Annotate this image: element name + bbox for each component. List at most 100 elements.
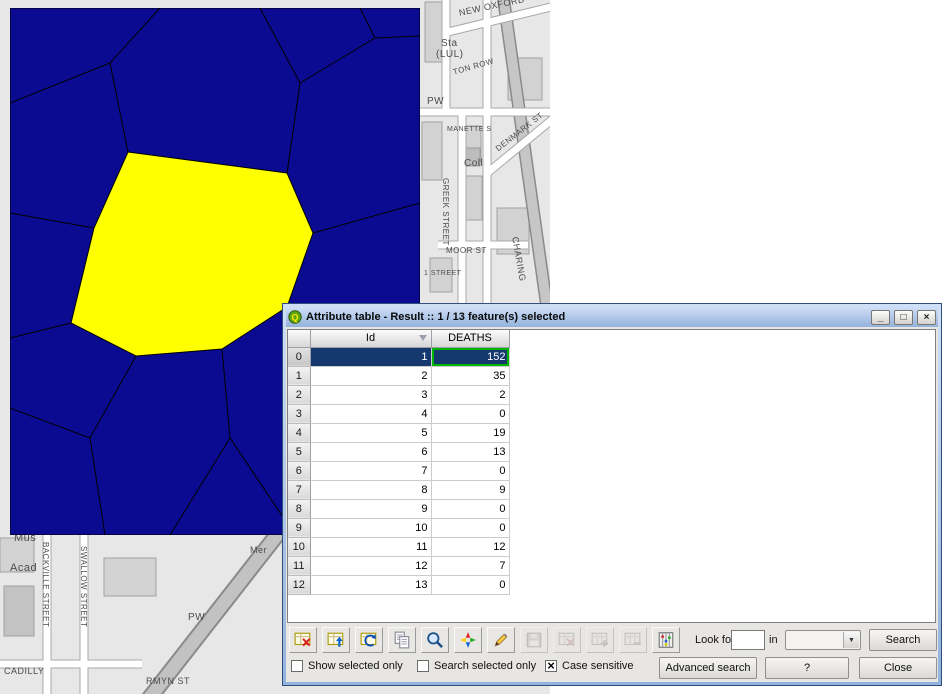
cell-deaths[interactable]: 152	[431, 347, 509, 366]
checkbox-icon	[545, 660, 557, 672]
row-number-header[interactable]: 9	[288, 518, 310, 537]
cell-id[interactable]: 2	[310, 366, 431, 385]
cell-deaths[interactable]: 0	[431, 404, 509, 423]
corner-header[interactable]	[288, 330, 310, 347]
checkbox-icon	[417, 660, 429, 672]
table-row[interactable]: 01152	[288, 347, 509, 366]
dialog-client-area: Id DEATHS 011521235232340451956136707898…	[286, 327, 938, 682]
column-header-deaths-label: DEATHS	[448, 332, 492, 344]
toggle-editing-icon[interactable]	[487, 627, 515, 653]
cell-id[interactable]: 9	[310, 499, 431, 518]
unselect-rows-icon[interactable]	[289, 627, 317, 653]
cell-id[interactable]: 11	[310, 537, 431, 556]
row-number-header[interactable]: 6	[288, 461, 310, 480]
column-header-id-label: Id	[366, 332, 375, 344]
advanced-search-button[interactable]: Advanced search	[659, 657, 757, 679]
table-row[interactable]: 1235	[288, 366, 509, 385]
cell-deaths[interactable]: 7	[431, 556, 509, 575]
close-button[interactable]: Close	[859, 657, 937, 679]
checkbox-label: Show selected only	[308, 660, 403, 672]
cell-id[interactable]: 4	[310, 404, 431, 423]
table-row[interactable]: 670	[288, 461, 509, 480]
show-selected-only-checkbox[interactable]: Show selected only	[291, 660, 403, 672]
map-label: Sta	[441, 38, 458, 49]
cell-deaths[interactable]: 12	[431, 537, 509, 556]
zoom-to-selection-icon[interactable]	[421, 627, 449, 653]
cell-deaths[interactable]: 0	[431, 461, 509, 480]
cell-id[interactable]: 1	[310, 347, 431, 366]
pan-to-selection-icon[interactable]	[454, 627, 482, 653]
row-number-header[interactable]: 11	[288, 556, 310, 575]
chevron-down-icon[interactable]: ▼	[843, 632, 859, 648]
column-header-deaths[interactable]: DEATHS	[431, 330, 509, 347]
cell-id[interactable]: 10	[310, 518, 431, 537]
field-combobox[interactable]: ▼	[785, 630, 861, 650]
table-row[interactable]: 9100	[288, 518, 509, 537]
cell-id[interactable]: 6	[310, 442, 431, 461]
close-icon[interactable]: ×	[917, 310, 936, 325]
case-sensitive-checkbox[interactable]: Case sensitive	[545, 660, 634, 672]
qgis-screen: NEW OXFORDSta(LUL)TON ROWPWDENMARK STMAN…	[0, 0, 950, 694]
table-row[interactable]: 890	[288, 499, 509, 518]
map-label: MOOR ST	[446, 246, 487, 255]
row-number-header[interactable]: 4	[288, 423, 310, 442]
map-label: PW	[188, 612, 205, 623]
map-label: MANETTE S	[447, 126, 492, 133]
map-label: (LUL)	[436, 49, 464, 60]
cell-deaths[interactable]: 13	[431, 442, 509, 461]
minimize-icon[interactable]: _	[871, 310, 890, 325]
map-label: SWALLOW STREET	[79, 546, 88, 627]
table-row[interactable]: 5613	[288, 442, 509, 461]
table-row[interactable]: 11127	[288, 556, 509, 575]
delete-column-icon	[619, 627, 647, 653]
field-calculator-icon[interactable]	[652, 627, 680, 653]
titlebar[interactable]: Q Attribute table - Result :: 1 / 13 fea…	[286, 307, 938, 327]
row-number-header[interactable]: 5	[288, 442, 310, 461]
cell-id[interactable]: 3	[310, 385, 431, 404]
cell-id[interactable]: 13	[310, 575, 431, 594]
move-selection-to-top-icon[interactable]	[322, 627, 350, 653]
row-number-header[interactable]: 1	[288, 366, 310, 385]
search-selected-only-checkbox[interactable]: Search selected only	[417, 660, 536, 672]
maximize-icon[interactable]: □	[894, 310, 913, 325]
cell-id[interactable]: 12	[310, 556, 431, 575]
row-number-header[interactable]: 0	[288, 347, 310, 366]
invert-selection-icon[interactable]	[355, 627, 383, 653]
cell-deaths[interactable]: 9	[431, 480, 509, 499]
attribute-table-body: 0115212352323404519561367078989091001011…	[288, 347, 509, 594]
cell-deaths[interactable]: 0	[431, 499, 509, 518]
map-label: Acad	[10, 562, 37, 574]
copy-rows-icon[interactable]	[388, 627, 416, 653]
cell-deaths[interactable]: 2	[431, 385, 509, 404]
cell-deaths[interactable]: 0	[431, 518, 509, 537]
map-label: GREEK STREET	[441, 178, 450, 246]
search-button[interactable]: Search	[869, 629, 937, 651]
checkbox-icon	[291, 660, 303, 672]
cell-id[interactable]: 8	[310, 480, 431, 499]
save-edits-icon	[520, 627, 548, 653]
table-row[interactable]: 12130	[288, 575, 509, 594]
table-row[interactable]: 4519	[288, 423, 509, 442]
cell-deaths[interactable]: 0	[431, 575, 509, 594]
cell-deaths[interactable]: 19	[431, 423, 509, 442]
table-row[interactable]: 232	[288, 385, 509, 404]
column-header-id[interactable]: Id	[310, 330, 431, 347]
row-number-header[interactable]: 2	[288, 385, 310, 404]
cell-id[interactable]: 5	[310, 423, 431, 442]
table-row[interactable]: 340	[288, 404, 509, 423]
row-number-header[interactable]: 7	[288, 480, 310, 499]
row-number-header[interactable]: 8	[288, 499, 310, 518]
map-label: BACKVILLE STREET	[41, 542, 50, 627]
row-number-header[interactable]: 3	[288, 404, 310, 423]
map-label: 1 STREET	[424, 270, 461, 277]
cell-id[interactable]: 7	[310, 461, 431, 480]
table-row[interactable]: 789	[288, 480, 509, 499]
row-number-header[interactable]: 10	[288, 537, 310, 556]
row-number-header[interactable]: 12	[288, 575, 310, 594]
svg-text:Q: Q	[291, 313, 298, 323]
table-row[interactable]: 101112	[288, 537, 509, 556]
attribute-table[interactable]: Id DEATHS 011521235232340451956136707898…	[287, 329, 936, 623]
cell-deaths[interactable]: 35	[431, 366, 509, 385]
help-button[interactable]: ?	[765, 657, 849, 679]
look-for-input[interactable]	[731, 630, 765, 650]
